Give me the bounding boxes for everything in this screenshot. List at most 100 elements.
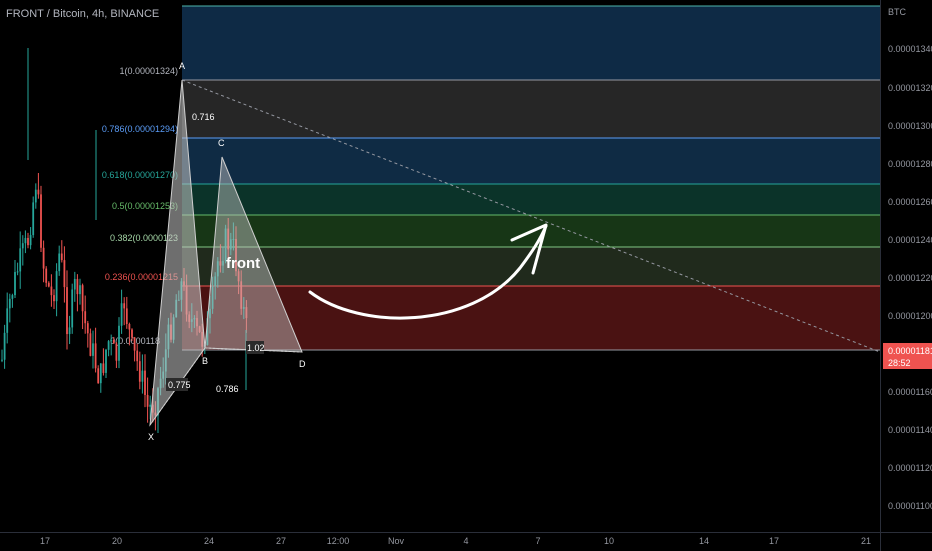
candle-body — [149, 404, 152, 407]
time-label: 21 — [860, 536, 872, 546]
fib-zone-0786-0618 — [182, 138, 880, 184]
candle-body — [94, 343, 97, 369]
price-chart[interactable]: 1(0.00001324) 0.786(0.00001294) 0.618(0.… — [0, 0, 880, 532]
price-label: 0.00001280 — [888, 159, 932, 169]
fib-label-05: 0.5(0.00001253) — [112, 201, 178, 211]
price-label: 0.00001120 — [888, 463, 932, 473]
candle-body — [81, 285, 84, 312]
pattern-ratio-bc: 0.786 — [216, 384, 239, 394]
fib-label-0618: 0.618(0.00001270) — [102, 170, 178, 180]
time-label: 17 — [39, 536, 51, 546]
pattern-point-c: C — [218, 138, 225, 148]
candle-body — [16, 271, 19, 273]
candle-body — [112, 339, 115, 344]
time-label: Nov — [387, 536, 405, 546]
candle-body — [136, 350, 139, 362]
candle-body — [105, 349, 107, 373]
candle-body — [102, 363, 105, 373]
candle-body — [125, 308, 128, 325]
candle-body — [138, 361, 141, 382]
candle-body — [123, 303, 126, 309]
price-label: 0.00001160 — [888, 387, 932, 397]
fib-zone-top — [182, 6, 880, 80]
chart-area[interactable]: 1(0.00001324) 0.786(0.00001294) 0.618(0.… — [0, 0, 880, 532]
candle-body — [60, 253, 63, 261]
candle-body — [141, 370, 144, 382]
bar-countdown: 28:52 — [888, 358, 911, 368]
candle-body — [14, 272, 16, 296]
time-axis[interactable]: 17 20 24 27 12:00 Nov 4 7 10 14 17 21 — [0, 532, 880, 551]
candle-body — [24, 237, 27, 244]
candle-body — [84, 311, 87, 324]
candle-body — [8, 298, 11, 309]
candle-body — [92, 343, 94, 356]
pattern-point-d: D — [299, 359, 306, 369]
pattern-point-a: A — [179, 61, 185, 71]
current-price-badge: 0.00001181 28:52 — [883, 343, 932, 369]
candle-body — [11, 295, 14, 299]
price-axis-unit: BTC — [888, 7, 906, 17]
candle-body — [63, 260, 66, 288]
symbol-title: FRONT / Bitcoin, 4h, BINANCE — [6, 8, 160, 20]
candle-body — [55, 271, 58, 302]
time-label: 27 — [275, 536, 287, 546]
price-label: 0.00001140 — [888, 425, 932, 435]
candle-body — [6, 308, 9, 333]
price-label: 0.00001300 — [888, 121, 932, 131]
pattern-point-x: X — [148, 432, 154, 442]
candle-body — [110, 339, 113, 342]
candle-body — [29, 235, 32, 246]
candle-body — [21, 243, 24, 249]
candle-body — [79, 285, 81, 295]
candle-body — [53, 295, 55, 302]
candle-body — [71, 289, 74, 328]
price-axis[interactable]: BTC 0.00001340 0.00001320 0.00001300 0.0… — [880, 0, 932, 532]
candle-body — [37, 189, 40, 195]
candle-body — [50, 286, 53, 296]
candle-body — [107, 341, 110, 350]
price-label: 0.00001240 — [888, 235, 932, 245]
candle-body — [27, 237, 29, 246]
candle-body — [40, 194, 42, 248]
candle-body — [76, 278, 79, 295]
time-label: 12:00 — [326, 536, 350, 546]
current-price: 0.00001181 — [888, 346, 932, 356]
price-label: 0.00001340 — [888, 44, 932, 54]
candle-body — [133, 337, 136, 351]
candle-body — [128, 324, 131, 330]
candle-body — [97, 368, 100, 384]
time-label: 17 — [768, 536, 780, 546]
axis-corner — [880, 532, 932, 551]
candle-body — [68, 327, 71, 335]
time-label: 7 — [535, 536, 541, 546]
candle-body — [146, 394, 149, 407]
time-label: 4 — [463, 536, 469, 546]
price-label: 0.00001220 — [888, 273, 932, 283]
price-label: 0.00001320 — [888, 83, 932, 93]
pattern-ratio-xab: 0.716 — [192, 112, 215, 122]
candle-body — [115, 343, 118, 361]
time-label: 24 — [203, 536, 215, 546]
candle-body — [45, 268, 48, 283]
candle-body — [19, 248, 22, 272]
annotation-text[interactable]: front — [226, 255, 260, 272]
candle-body — [86, 323, 89, 334]
fib-label-0786: 0.786(0.00001294) — [102, 124, 178, 134]
candle-body — [47, 282, 50, 287]
candle-body — [99, 363, 102, 384]
candle-body — [66, 287, 68, 335]
candle-body — [131, 329, 133, 338]
candle-body — [32, 202, 35, 236]
price-label: 0.00001100 — [888, 501, 932, 511]
pattern-ratio-cd: 1.02 — [247, 343, 265, 353]
candle-body — [42, 247, 45, 269]
candle-body — [120, 303, 123, 326]
price-label: 0.00001260 — [888, 197, 932, 207]
candle-body — [144, 370, 146, 395]
price-label: 0.00001200 — [888, 311, 932, 321]
candle-body — [1, 359, 3, 361]
time-label: 14 — [698, 536, 710, 546]
fib-zone-1-0786 — [182, 80, 880, 138]
time-label: 10 — [603, 536, 615, 546]
candle-body — [118, 325, 120, 361]
